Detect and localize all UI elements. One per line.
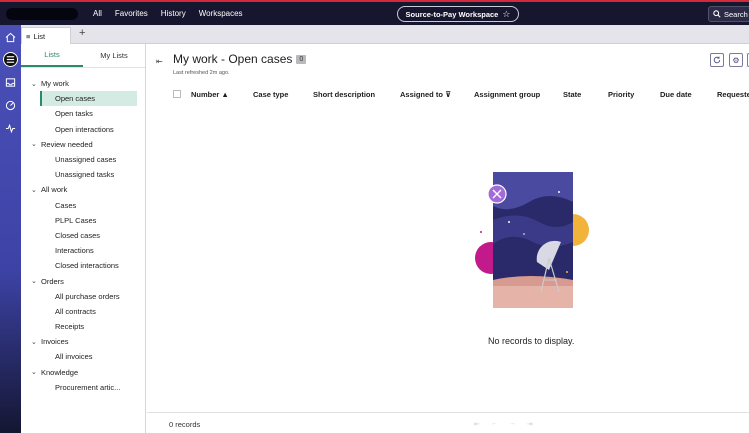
chevron-down-icon: ⌄ [31,80,37,88]
empty-state-illustration [475,172,589,308]
tab-lists[interactable]: Lists [21,44,83,67]
record-count-badge: 0 [296,54,307,64]
nav-favorites[interactable]: Favorites [115,9,148,18]
select-all-checkbox[interactable] [173,90,181,98]
records-count: 0 records [169,420,201,429]
last-refreshed-text: Last refreshed 2m ago. [173,70,230,76]
column-case-type[interactable]: Case type [253,90,288,99]
prev-page-icon[interactable]: ← [491,420,498,428]
tab-list-label: List [33,31,46,41]
column-requested[interactable]: Requeste [717,90,749,99]
add-tab-button[interactable]: + [79,27,85,39]
list-item-all-purchase-orders[interactable]: All purchase orders [21,289,145,304]
list-item-receipts[interactable]: Receipts [21,319,145,334]
empty-state-message: No records to display. [488,336,575,346]
chevron-down-icon: ⌄ [31,186,37,194]
top-nav-menu: All Favorites History Workspaces [93,9,243,18]
tab-my-lists[interactable]: My Lists [83,44,145,67]
table-header: Number ▲ Case type Short description Ass… [147,86,749,102]
column-short-description[interactable]: Short description [313,90,375,99]
list-item-all-contracts[interactable]: All contracts [21,304,145,319]
list-item-plpl-cases[interactable]: PLPL Cases [21,213,145,228]
group-my-work[interactable]: ⌄ My work [21,76,145,91]
collapse-sidebar-icon[interactable]: ⇤ [156,57,163,66]
list-item-all-invoices[interactable]: All invoices [21,349,145,364]
page-title: My work - Open cases 0 [173,52,307,66]
column-state[interactable]: State [563,90,581,99]
column-assigned-to[interactable]: Assigned to ⊽ [400,90,451,99]
group-invoices[interactable]: ⌄ Invoices [21,334,145,349]
list-item-closed-interactions[interactable]: Closed interactions [21,258,145,273]
list-item-open-cases[interactable]: Open cases [40,91,137,107]
column-priority[interactable]: Priority [608,90,634,99]
list-icon[interactable] [3,52,18,67]
search-button[interactable]: Search [708,6,749,22]
next-page-icon[interactable]: → [509,420,516,428]
first-page-icon[interactable]: ⇤ [474,420,480,428]
nav-workspaces[interactable]: Workspaces [199,9,243,18]
column-due-date[interactable]: Due date [660,90,692,99]
workspace-selector[interactable]: Source-to-Pay Workspace ☆ [397,6,519,22]
pagination: ⇤ ← → ⇥ [474,420,533,428]
dashboard-icon[interactable] [3,98,18,113]
nav-all[interactable]: All [93,9,102,18]
group-all-work[interactable]: ⌄ All work [21,182,145,197]
page-title-text: My work - Open cases [173,52,293,66]
top-navigation-bar: All Favorites History Workspaces Source-… [0,0,749,25]
search-icon [713,10,721,18]
hamburger-icon: ≡ [26,31,31,41]
table-footer: 0 records ⇤ ← → ⇥ [147,412,749,433]
last-page-icon[interactable]: ⇥ [527,420,533,428]
logo[interactable] [6,8,78,20]
list-item-unassigned-tasks[interactable]: Unassigned tasks [21,167,145,182]
star-icon[interactable]: ☆ [502,9,510,20]
list-subtabs: Lists My Lists [21,44,145,68]
chevron-down-icon: ⌄ [31,338,37,346]
list-item-closed-cases[interactable]: Closed cases [21,228,145,243]
column-assignment-group[interactable]: Assignment group [474,90,540,99]
group-knowledge[interactable]: ⌄ Knowledge [21,365,145,380]
home-icon[interactable] [3,30,18,45]
chevron-down-icon: ⌄ [31,278,37,286]
inbox-icon[interactable] [3,75,18,90]
list-item-open-tasks[interactable]: Open tasks [21,106,145,121]
main-panel: ⇤ My work - Open cases 0 Last refreshed … [147,44,749,433]
list-item-procurement-articles[interactable]: Procurement artic... [21,380,145,395]
nav-history[interactable]: History [161,9,186,18]
list-item-unassigned-cases[interactable]: Unassigned cases [21,152,145,167]
group-orders[interactable]: ⌄ Orders [21,273,145,288]
list-item-open-interactions[interactable]: Open interactions [21,122,145,137]
list-sidebar: Lists My Lists ⌄ My work Open cases Open … [21,44,146,433]
list-tree: ⌄ My work Open cases Open tasks Open inte… [21,68,145,395]
gear-icon: ⚙ [732,55,740,65]
search-label: Search [724,9,748,19]
settings-button[interactable]: ⚙ [729,53,743,67]
refresh-button[interactable] [710,53,724,67]
left-rail [0,25,21,433]
activity-icon[interactable] [3,121,18,136]
tab-list[interactable]: ≡ List [21,27,71,44]
list-item-cases[interactable]: Cases [21,198,145,213]
refresh-icon [713,56,721,64]
tab-strip: ≡ List + [21,25,749,44]
chevron-down-icon: ⌄ [31,369,37,377]
column-number[interactable]: Number ▲ [191,90,229,99]
list-item-interactions[interactable]: Interactions [21,243,145,258]
chevron-down-icon: ⌄ [31,141,37,149]
group-review-needed[interactable]: ⌄ Review needed [21,137,145,152]
workspace-name: Source-to-Pay Workspace [405,9,499,19]
